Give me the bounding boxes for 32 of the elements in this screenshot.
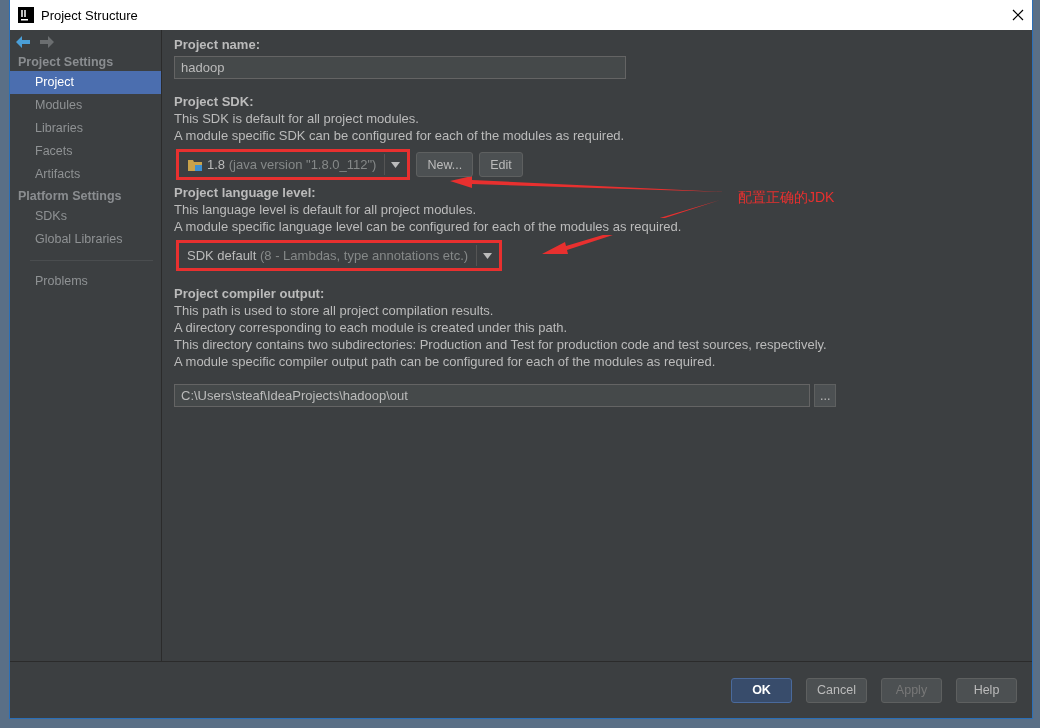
sidebar-item[interactable]: Problems	[10, 270, 161, 293]
field-label: Project SDK:	[174, 93, 254, 110]
back-arrow-icon[interactable]	[16, 36, 30, 48]
sidebar-item[interactable]: Global Libraries	[10, 228, 161, 251]
folder-icon	[187, 157, 203, 172]
field-label: Project compiler output:	[174, 285, 325, 302]
new-button[interactable]: New...	[416, 152, 474, 177]
edit-button[interactable]: Edit	[479, 152, 523, 177]
sidebar-group-title: Platform Settings	[17, 188, 123, 205]
sidebar-item[interactable]: SDKs	[10, 205, 161, 228]
sidebar-item[interactable]: Libraries	[10, 117, 161, 140]
close-icon[interactable]	[1012, 9, 1024, 21]
dialog-button[interactable]: OK	[731, 677, 792, 703]
dialog-button[interactable]: Help	[956, 677, 1017, 703]
description-text: A module specific language level can be configured for each of the modules as required.	[174, 218, 682, 235]
window-title: Project Structure	[41, 7, 138, 23]
forward-arrow-icon[interactable]	[40, 36, 54, 48]
annotation-text: 配置正确的JDK	[738, 189, 835, 207]
dropdown-caret-icon	[390, 161, 400, 168]
sidebar-item[interactable]: Modules	[10, 94, 161, 117]
field-label: Project language level:	[174, 184, 316, 201]
project-name-field[interactable]: hadoop	[174, 56, 626, 79]
browse-button[interactable]: ...	[814, 384, 837, 407]
sidebar-item[interactable]: Artifacts	[10, 163, 161, 186]
dialog-button[interactable]: Cancel	[806, 677, 867, 703]
sidebar-group-title: Project Settings	[17, 54, 115, 71]
output-path-field[interactable]: C:\Users\steaf\IdeaProjects\hadoop\out	[174, 384, 810, 407]
field-label: Project name:	[174, 36, 260, 53]
sidebar-item[interactable]: Project	[10, 71, 161, 94]
app-logo-icon	[18, 7, 34, 23]
dropdown-caret-icon	[482, 252, 492, 259]
sidebar-item[interactable]: Facets	[10, 140, 161, 163]
